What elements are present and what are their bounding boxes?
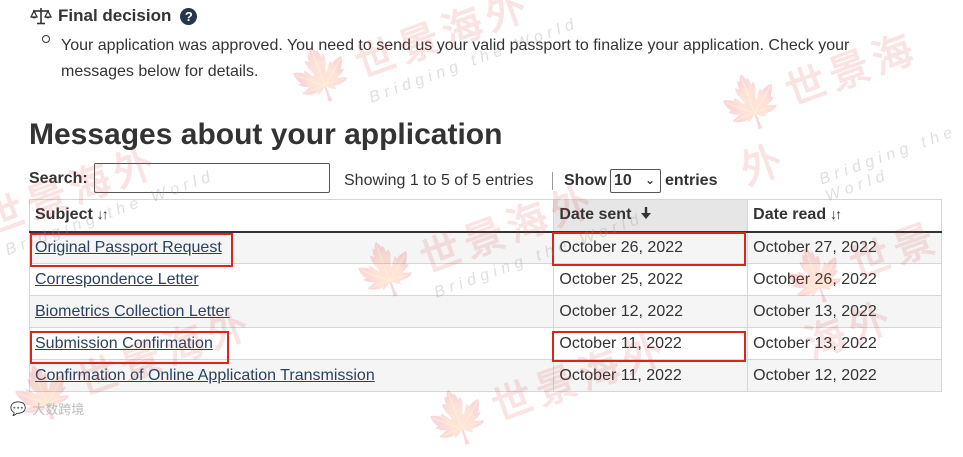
scale-icon [30, 7, 52, 25]
cell-date-sent: October 26, 2022 [553, 231, 749, 264]
table-row: Submission Confirmation October 11, 2022… [28, 327, 942, 360]
column-header-date-read[interactable]: Date read ↓↑ [747, 199, 942, 233]
message-link[interactable]: Correspondence Letter [35, 271, 199, 288]
message-link[interactable]: Confirmation of Online Application Trans… [35, 367, 375, 384]
table-row: Original Passport Request October 26, 20… [28, 231, 942, 264]
cell-date-read: October 13, 2022 [747, 295, 942, 328]
cell-subject: Submission Confirmation [28, 327, 555, 360]
table-header-row: Subject ↓↑ Date sent Date read ↓↑ [28, 199, 942, 233]
watermark-en: Bridging the World [816, 122, 960, 206]
table-row: Correspondence Letter October 25, 2022 O… [28, 263, 942, 296]
cell-date-sent: October 11, 2022 [553, 327, 749, 360]
cell-date-read: October 26, 2022 [747, 263, 942, 296]
cell-date-sent: October 12, 2022 [553, 295, 749, 328]
cell-date-sent: October 11, 2022 [553, 359, 749, 392]
message-link[interactable]: Biometrics Collection Letter [35, 303, 230, 320]
chat-icon: 💬 [10, 400, 27, 416]
message-link[interactable]: Original Passport Request [35, 239, 222, 256]
column-label: Subject [35, 206, 93, 224]
cell-subject: Original Passport Request [28, 231, 555, 264]
column-header-date-sent[interactable]: Date sent [553, 199, 749, 233]
column-header-subject[interactable]: Subject ↓↑ [28, 199, 555, 233]
message-link[interactable]: Submission Confirmation [35, 335, 213, 352]
messages-table: Subject ↓↑ Date sent Date read ↓↑ Original… [28, 199, 942, 392]
entries-label: entries [665, 172, 718, 189]
sort-icon: ↓↑ [830, 206, 842, 223]
table-row: Biometrics Collection Letter October 12,… [28, 295, 942, 328]
cell-date-read: October 13, 2022 [747, 327, 942, 360]
entries-select-value: 10 [614, 172, 632, 189]
column-label: Date read [753, 206, 827, 224]
decision-message: Your application was approved. You need … [61, 37, 850, 80]
entries-info: Showing 1 to 5 of 5 entries [344, 172, 534, 189]
show-label: Show [564, 172, 607, 189]
cell-subject: Correspondence Letter [28, 263, 555, 296]
divider [552, 172, 553, 190]
corner-caption-text: 大数跨境 [32, 402, 85, 417]
chevron-down-icon: ⌄ [644, 173, 655, 187]
help-icon[interactable]: ? [180, 7, 198, 25]
search-label: Search: [29, 170, 88, 187]
cell-date-read: October 12, 2022 [747, 359, 942, 392]
final-decision-title: Final decision [58, 6, 172, 25]
cell-date-sent: October 25, 2022 [553, 263, 749, 296]
cell-subject: Confirmation of Online Application Trans… [28, 359, 555, 392]
sort-icon: ↓↑ [96, 206, 109, 223]
sort-desc-icon [640, 206, 652, 222]
entries-select[interactable]: 10 ⌄ [610, 169, 661, 193]
cell-subject: Biometrics Collection Letter [28, 295, 555, 328]
final-decision-header: Final decision ? [30, 6, 198, 26]
search-input[interactable] [94, 163, 330, 193]
table-row: Confirmation of Online Application Trans… [28, 359, 942, 392]
column-label: Date sent [559, 206, 632, 224]
page-title: Messages about your application [29, 118, 503, 151]
bullet-icon [40, 33, 52, 45]
cell-date-read: October 27, 2022 [747, 231, 942, 264]
corner-caption: 💬 大数跨境 [10, 399, 84, 418]
